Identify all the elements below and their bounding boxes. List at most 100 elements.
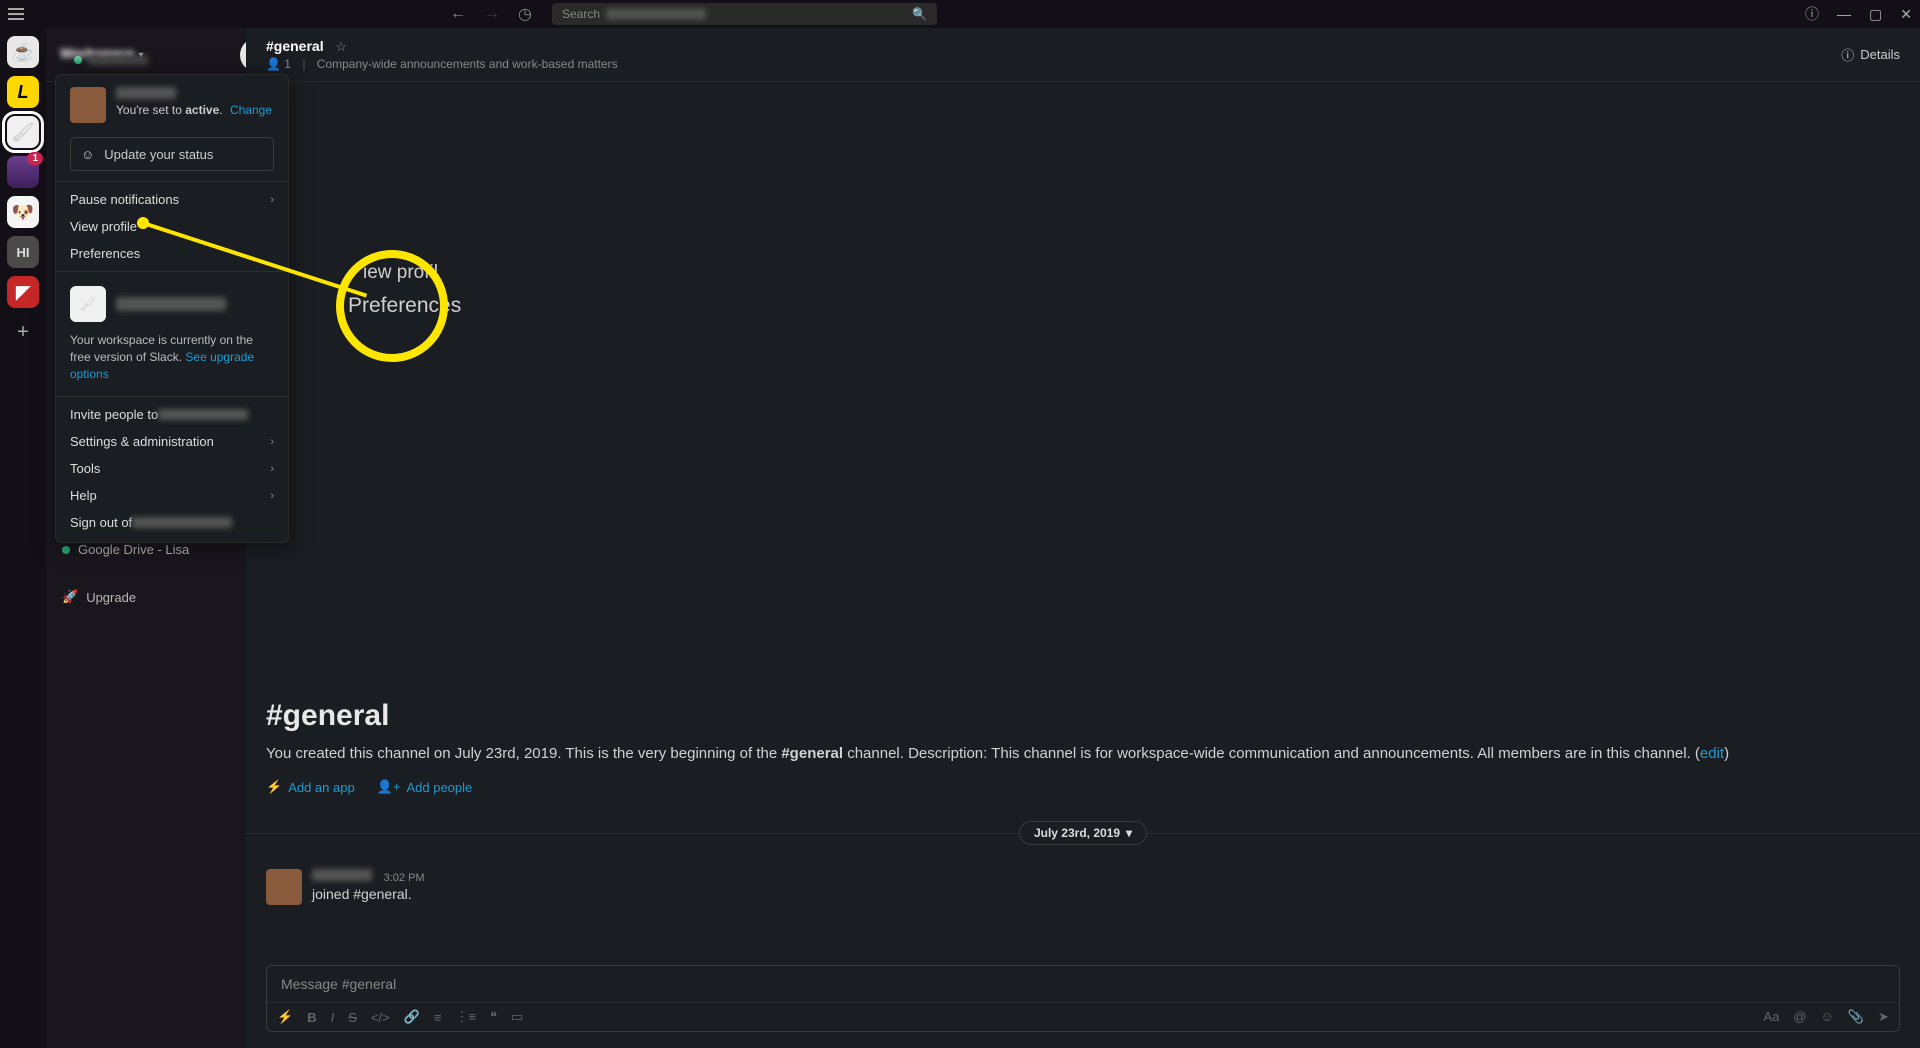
minimize-icon[interactable]: —	[1837, 6, 1851, 22]
workspace-name-blur	[132, 517, 232, 528]
workspace-name-blur	[158, 409, 248, 420]
channel-meta: 👤 1 | Company-wide announcements and wor…	[266, 57, 618, 71]
details-button[interactable]: ⓘ Details	[1841, 45, 1900, 64]
chevron-right-icon: ›	[270, 463, 274, 475]
menu-divider	[56, 396, 288, 397]
menu-tools[interactable]: Tools›	[56, 455, 288, 482]
lightning-icon[interactable]: ⚡	[277, 1009, 293, 1025]
menu-settings-admin[interactable]: Settings & administration›	[56, 428, 288, 455]
forward-icon[interactable]: →	[484, 5, 500, 23]
members-icon[interactable]: 👤	[266, 57, 281, 71]
back-icon[interactable]: ←	[450, 5, 466, 23]
workspace-name-blur	[116, 297, 226, 311]
add-app-link[interactable]: ⚡Add an app	[266, 779, 355, 795]
intro-links: ⚡Add an app 👤+Add people	[266, 779, 1900, 795]
update-status-button[interactable]: ☺ Update your status	[70, 137, 274, 171]
star-icon[interactable]: ☆	[335, 39, 347, 54]
add-workspace-button[interactable]: +	[7, 316, 39, 348]
chevron-right-icon: ›	[270, 194, 274, 206]
menu-sign-out[interactable]: Sign out of	[56, 509, 288, 536]
history-clock-icon[interactable]: ◷	[518, 4, 532, 24]
message-text: joined #general.	[312, 886, 425, 902]
menu-preferences[interactable]: Preferences	[56, 240, 288, 267]
menu-invite-people[interactable]: Invite people to	[56, 401, 288, 428]
quote-icon[interactable]: ❝	[490, 1009, 497, 1025]
help-icon[interactable]: ⓘ	[1805, 4, 1819, 24]
codeblock-icon[interactable]: ▭	[511, 1009, 523, 1025]
channel-topic[interactable]: Company-wide announcements and work-base…	[317, 57, 618, 71]
channel-header: #general ☆ 👤 1 | Company-wide announceme…	[246, 28, 1920, 82]
workspace-selected[interactable]: 🖌	[7, 116, 39, 148]
composer-toolbar: ⚡ B I S </> 🔗 ≡ ⋮≡ ❝ ▭ Aa @ ☺ 📎 ➤	[267, 1002, 1899, 1031]
smile-icon: ☺	[81, 147, 94, 162]
bold-icon[interactable]: B	[307, 1010, 316, 1025]
history-nav: ← → ◷	[450, 4, 532, 24]
unread-badge: 1	[27, 152, 43, 165]
code-icon[interactable]: </>	[371, 1010, 390, 1025]
menu-divider	[56, 271, 288, 272]
menu-workspace-row: 🖌	[56, 276, 288, 332]
search-context-blur	[606, 9, 706, 19]
channel-body: #general You created this channel on Jul…	[246, 82, 1920, 965]
main-panel: #general ☆ 👤 1 | Company-wide announceme…	[246, 28, 1920, 1048]
workspace-rail: ☕ L 🖌 1 🐶 HI ◤ +	[0, 28, 46, 1048]
link-icon[interactable]: 🔗	[404, 1009, 420, 1025]
edit-description-link[interactable]: edit	[1700, 745, 1724, 762]
info-icon: ⓘ	[1841, 45, 1854, 64]
user-avatar	[70, 87, 106, 123]
chevron-down-icon: ▾	[1126, 826, 1132, 840]
intro-heading: #general	[266, 699, 1900, 733]
format-icon[interactable]: Aa	[1764, 1009, 1780, 1025]
lightning-icon: ⚡	[266, 779, 282, 795]
send-icon[interactable]: ➤	[1878, 1009, 1889, 1025]
menu-free-note: Your workspace is currently on the free …	[56, 332, 288, 392]
change-status-link[interactable]: Change	[230, 103, 272, 117]
mention-icon[interactable]: @	[1793, 1009, 1806, 1025]
composer-input[interactable]: Message #general	[267, 966, 1899, 1002]
workspace-4[interactable]: 1	[7, 156, 39, 188]
menu-user-info: You're set to active. Change	[116, 87, 272, 123]
message-avatar[interactable]	[266, 869, 302, 905]
add-people-link[interactable]: 👤+Add people	[377, 779, 473, 795]
chevron-right-icon: ›	[270, 436, 274, 448]
menu-help[interactable]: Help›	[56, 482, 288, 509]
workspace-6[interactable]: HI	[7, 236, 39, 268]
member-count[interactable]: 1	[284, 57, 291, 71]
upgrade-label: Upgrade	[86, 590, 136, 605]
hamburger-menu-icon[interactable]	[8, 8, 24, 20]
titlebar: ← → ◷ Search 🔍 ⓘ — ▢ ✕	[0, 0, 1920, 28]
message-time: 3:02 PM	[384, 872, 425, 884]
search-input[interactable]: Search 🔍	[552, 3, 937, 25]
italic-icon[interactable]: I	[331, 1010, 335, 1025]
sidebar-upgrade[interactable]: 🚀 Upgrade	[46, 585, 246, 609]
workspace-7[interactable]: ◤	[7, 276, 39, 308]
channel-name[interactable]: #general	[266, 38, 324, 54]
emoji-icon[interactable]: ☺	[1821, 1009, 1834, 1025]
menu-view-profile[interactable]: View profile	[56, 213, 288, 240]
workspace-5[interactable]: 🐶	[7, 196, 39, 228]
date-pill[interactable]: July 23rd, 2019 ▾	[1019, 821, 1147, 845]
workspace-2[interactable]: L	[7, 76, 39, 108]
app-label: Google Drive - Lisa	[78, 542, 189, 557]
ul-icon[interactable]: ⋮≡	[455, 1009, 476, 1025]
message-author-blur[interactable]	[312, 869, 372, 881]
username-blur	[88, 55, 148, 65]
menu-pause-notifications[interactable]: Pause notifications›	[56, 186, 288, 213]
message-composer[interactable]: Message #general ⚡ B I S </> 🔗 ≡ ⋮≡ ❝ ▭ …	[266, 965, 1900, 1032]
update-status-label: Update your status	[104, 147, 213, 162]
ol-icon[interactable]: ≡	[434, 1010, 442, 1025]
search-placeholder: Search	[562, 7, 600, 21]
close-icon[interactable]: ✕	[1900, 6, 1912, 23]
workspace-icon: 🖌	[70, 286, 106, 322]
menu-user-row: You're set to active. Change	[56, 87, 288, 133]
chevron-right-icon: ›	[270, 490, 274, 502]
attach-icon[interactable]: 📎	[1848, 1009, 1864, 1025]
workspace-1[interactable]: ☕	[7, 36, 39, 68]
presence-indicator	[62, 546, 70, 554]
date-divider: July 23rd, 2019 ▾	[246, 821, 1920, 845]
maximize-icon[interactable]: ▢	[1869, 6, 1882, 23]
channel-intro: #general You created this channel on Jul…	[266, 699, 1900, 796]
active-status: You're set to active. Change	[116, 103, 272, 117]
window-controls: ⓘ — ▢ ✕	[1805, 4, 1912, 24]
strike-icon[interactable]: S	[348, 1010, 357, 1025]
